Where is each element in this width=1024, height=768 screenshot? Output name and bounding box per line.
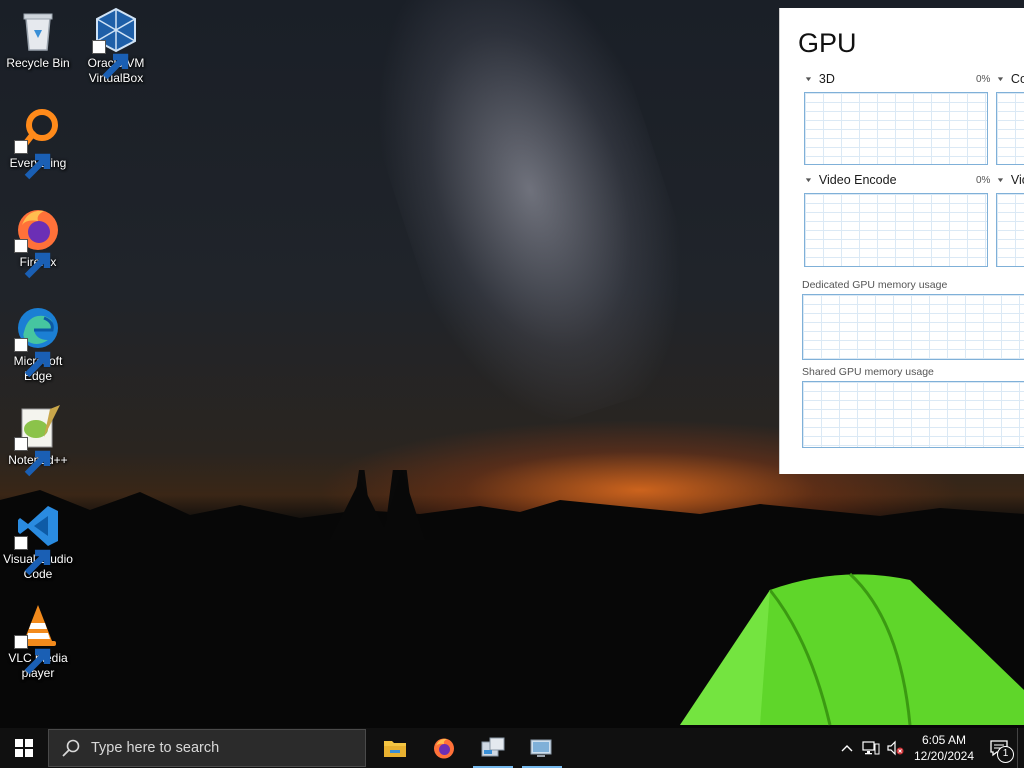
engine-video-encode-graph: [804, 193, 988, 267]
taskbar-virtualbox-manager[interactable]: [469, 728, 517, 768]
shortcut-arrow-icon: [14, 338, 51, 378]
volume-muted-icon: [887, 740, 904, 756]
taskbar-file-explorer[interactable]: [371, 728, 419, 768]
notepad-plus-plus-desktop-icon[interactable]: Notepad++: [0, 403, 76, 477]
taskbar-remote-desktop[interactable]: [518, 728, 566, 768]
engine-video-decode-graph: [996, 193, 1024, 267]
everything-search-icon: [14, 106, 62, 180]
shortcut-arrow-icon: [14, 140, 51, 180]
shortcut-arrow-icon: [14, 437, 51, 477]
engine-copy-graph: [996, 92, 1024, 165]
clock-time: 6:05 AM: [921, 733, 967, 747]
engine-3d-graph: [804, 92, 988, 165]
remote-desktop-icon: [530, 739, 552, 757]
engine-video-decode-selector[interactable]: ▼ Vic: [996, 173, 1024, 187]
shortcut-arrow-icon: [92, 40, 129, 80]
dedicated-memory-graph: [802, 294, 1024, 360]
clock-date: 12/20/2024: [913, 749, 975, 763]
notepad-plus-plus-icon: [14, 403, 62, 477]
show-desktop-button[interactable]: [1017, 728, 1024, 768]
virtualbox-manager-icon: [481, 737, 505, 757]
chevron-down-icon: ▼: [804, 176, 813, 184]
network-icon: [862, 741, 880, 755]
taskbar-search-box[interactable]: Type here to search: [48, 729, 366, 767]
edge-desktop-icon[interactable]: Microsoft Edge: [0, 304, 76, 384]
engine-label: 3D: [818, 72, 835, 86]
recycle-bin-icon: [14, 6, 62, 54]
network-status-button[interactable]: [859, 728, 883, 768]
chevron-up-icon: [841, 745, 853, 752]
shortcut-arrow-icon: [14, 239, 51, 279]
action-center-button[interactable]: 1: [981, 728, 1017, 768]
firefox-icon: [14, 205, 62, 279]
engine-3d-selector[interactable]: ▼ 3D: [804, 72, 835, 86]
volume-button[interactable]: [883, 728, 907, 768]
virtualbox-desktop-icon[interactable]: Oracle VM VirtualBox: [78, 6, 154, 86]
task-manager-gpu-panel[interactable]: GPU ▼ 3D 0% ▼ Co ▼ Video Encode 0% ▼ Vic…: [779, 8, 1024, 474]
engine-video-encode-selector[interactable]: ▼ Video Encode: [804, 173, 897, 187]
file-explorer-icon: [384, 741, 406, 757]
engine-percent: 0%: [976, 175, 991, 186]
desktop[interactable]: Recycle Bin Oracle VM VirtualBox Everyth…: [0, 0, 1024, 728]
green-tent: [680, 572, 1024, 726]
system-tray: 6:05 AM 12/20/2024 1: [835, 728, 1024, 768]
engine-label: Vic: [1010, 173, 1024, 187]
show-hidden-icons-button[interactable]: [835, 728, 859, 768]
chevron-down-icon: ▼: [996, 176, 1005, 184]
milky-way-wallpaper: [335, 0, 725, 449]
recycle-bin-desktop-icon[interactable]: Recycle Bin: [0, 6, 76, 71]
everything-desktop-icon[interactable]: Everything: [0, 106, 76, 180]
shortcut-arrow-icon: [14, 635, 51, 675]
engine-copy-selector[interactable]: ▼ Co: [996, 72, 1024, 86]
dedicated-memory-label: Dedicated GPU memory usage: [802, 279, 948, 291]
search-icon: [62, 739, 80, 757]
notification-count-badge: 1: [997, 746, 1014, 763]
taskbar: Type here to search 6:05 AM 12/20/2024 1: [0, 728, 1024, 768]
start-button[interactable]: [0, 728, 48, 768]
shared-memory-graph: [802, 381, 1024, 448]
engine-label: Co: [1010, 72, 1024, 86]
gpu-title: GPU: [798, 28, 857, 58]
shortcut-arrow-icon: [14, 536, 51, 576]
engine-percent: 0%: [976, 74, 991, 85]
search-placeholder: Type here to search: [91, 740, 220, 756]
vscode-icon: [14, 502, 62, 576]
chevron-down-icon: ▼: [804, 75, 813, 83]
vlc-desktop-icon[interactable]: VLC media player: [0, 601, 76, 681]
desk-icon-label: Recycle Bin: [6, 56, 70, 70]
firefox-desktop-icon[interactable]: Firefox: [0, 205, 76, 279]
virtualbox-icon: [92, 6, 140, 80]
edge-icon: [14, 304, 62, 378]
chevron-down-icon: ▼: [996, 75, 1005, 83]
vscode-desktop-icon[interactable]: Visual Studio Code: [0, 502, 76, 582]
engine-label: Video Encode: [818, 173, 897, 187]
shared-memory-label: Shared GPU memory usage: [802, 366, 934, 378]
taskbar-clock[interactable]: 6:05 AM 12/20/2024: [907, 732, 981, 764]
vlc-icon: [14, 601, 62, 675]
firefox-icon: [434, 738, 454, 759]
windows-logo-icon: [15, 739, 33, 757]
taskbar-firefox[interactable]: [420, 728, 468, 768]
